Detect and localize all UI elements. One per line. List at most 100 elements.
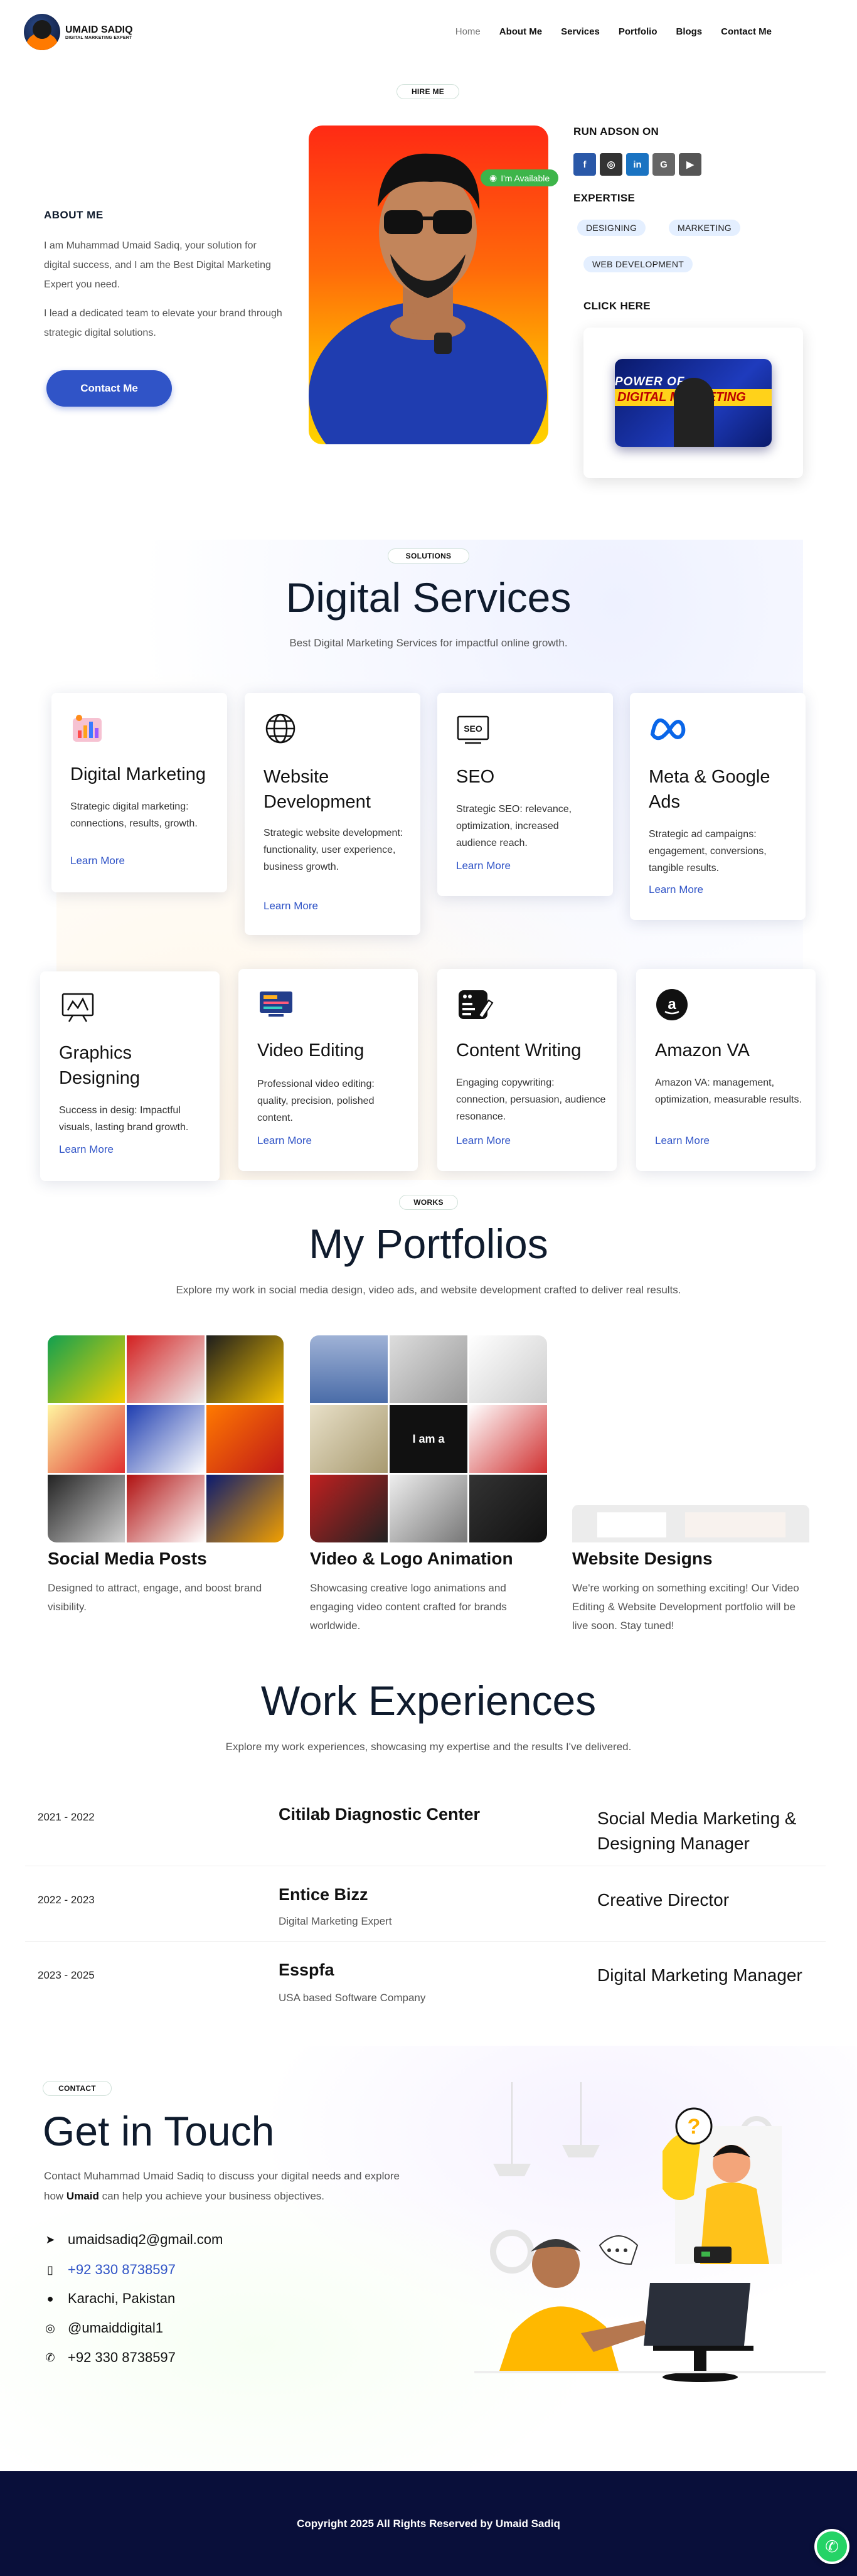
collage-tile [469, 1475, 547, 1542]
facebook-icon[interactable]: f [573, 153, 596, 176]
nav-contact[interactable]: Contact Me [721, 26, 772, 37]
content-icon [456, 988, 494, 1022]
experience-title: Work Experiences [260, 1677, 597, 1724]
service-card[interactable]: Meta & Google Ads Strategic ad campaigns… [630, 693, 806, 920]
experience-company: Entice Bizz [279, 1885, 368, 1904]
run-ads-heading: RUN ADSON ON [573, 126, 659, 137]
service-desc: Strategic website development: functiona… [263, 828, 403, 872]
service-card[interactable]: Graphics Designing Success in desig: Imp… [40, 971, 220, 1181]
contact-me-button[interactable]: Contact Me [46, 370, 172, 407]
social-media-collage[interactable] [48, 1335, 284, 1542]
service-title: Graphics Designing [59, 1043, 140, 1088]
nav-blogs[interactable]: Blogs [676, 26, 702, 37]
whatsapp-icon: ✆ [825, 2536, 839, 2556]
contact-whatsapp-row[interactable]: ✆ +92 330 8738597 [44, 2349, 176, 2366]
nav-about[interactable]: About Me [499, 26, 542, 37]
learn-more-link[interactable]: Learn More [263, 900, 318, 912]
whatsapp-float-button[interactable]: ✆ [814, 2529, 849, 2564]
video-thumbnail[interactable]: POWER OF DIGITAL MARKETING [615, 359, 772, 447]
service-title: Digital Marketing [70, 764, 206, 784]
seo-icon: SEO [456, 712, 490, 746]
check-circle-icon: ◉ [489, 173, 498, 183]
svg-text:a: a [668, 996, 676, 1013]
portfolio-item-title: Video & Logo Animation [310, 1549, 513, 1568]
portfolio-title: My Portfolios [309, 1221, 548, 1267]
service-card[interactable]: Content Writing Engaging copywriting: co… [437, 969, 617, 1171]
contact-instagram[interactable]: @umaiddigital1 [68, 2320, 163, 2336]
expertise-tag: MARKETING [669, 220, 740, 236]
video-icon [257, 988, 292, 1022]
nav-services[interactable]: Services [561, 26, 600, 37]
works-badge: WORKS [399, 1195, 458, 1210]
video-thumbnail-card[interactable]: POWER OF DIGITAL MARKETING [583, 328, 803, 478]
main-nav: Home About Me Services Portfolio Blogs C… [455, 26, 772, 37]
service-title: Meta & Google Ads [649, 767, 770, 812]
contact-badge: CONTACT [43, 2081, 112, 2096]
collage-tile-text: I am a [390, 1405, 467, 1473]
experience-company: Esspfa [279, 1960, 334, 1979]
solutions-badge: SOLUTIONS [388, 548, 469, 564]
service-card[interactable]: a Amazon VA Amazon VA: management, optim… [636, 969, 816, 1171]
collage-tile [48, 1405, 125, 1473]
service-card[interactable]: Website Development Strategic website de… [245, 693, 420, 935]
services-title: Digital Services [285, 574, 572, 621]
experience-role: Creative Director [597, 1890, 730, 1910]
learn-more-link[interactable]: Learn More [59, 1143, 114, 1156]
contact-email-row[interactable]: ➤ umaidsadiq2@gmail.com [44, 2231, 223, 2248]
experience-subtitle-text: Digital Marketing Expert [279, 1915, 392, 1927]
svg-text:?: ? [688, 2115, 701, 2139]
learn-more-link[interactable]: Learn More [456, 1135, 511, 1147]
svg-text:SEO: SEO [464, 724, 482, 734]
contact-instagram-row[interactable]: ◎ @umaiddigital1 [44, 2320, 163, 2336]
site-logo[interactable]: UMAID SADIQ DIGITAL MARKETING EXPERT [24, 14, 133, 50]
linkedin-icon[interactable]: in [626, 153, 649, 176]
expertise-tag: WEB DEVELOPMENT [583, 256, 693, 272]
instagram-icon[interactable]: ◎ [600, 153, 622, 176]
service-title: Website Development [263, 767, 371, 812]
contact-email[interactable]: umaidsadiq2@gmail.com [68, 2231, 223, 2248]
experience-role: Social Media Marketing & Designing Manag… [597, 1809, 797, 1853]
contact-description: Contact Muhammad Umaid Sadiq to discuss … [44, 2166, 408, 2206]
youtube-icon[interactable]: ▶ [679, 153, 701, 176]
service-card[interactable]: Digital Marketing Strategic digital mark… [51, 693, 227, 892]
footer-copyright: Copyright 2025 All Rights Reserved by Um… [297, 2517, 560, 2530]
site-footer: Copyright 2025 All Rights Reserved by Um… [0, 2471, 857, 2576]
collage-tile [48, 1335, 125, 1403]
service-card[interactable]: SEO SEO Strategic SEO: relevance, optimi… [437, 693, 613, 896]
about-paragraph-1: I am Muhammad Umaid Sadiq, your solution… [44, 240, 271, 290]
experience-years: 2022 - 2023 [38, 1894, 95, 1906]
contact-whatsapp[interactable]: +92 330 8738597 [68, 2349, 176, 2366]
learn-more-link[interactable]: Learn More [257, 1135, 312, 1147]
service-desc: Strategic ad campaigns: engagement, conv… [649, 829, 767, 874]
experience-years: 2021 - 2022 [38, 1811, 95, 1823]
video-collage[interactable]: I am a [310, 1335, 547, 1542]
portfolio-item-desc: Designed to attract, engage, and boost b… [48, 1582, 262, 1613]
location-pin-icon: ● [46, 2292, 54, 2305]
contact-phone-row[interactable]: ▯ +92 330 8738597 [44, 2262, 176, 2278]
collage-tile [127, 1405, 205, 1473]
collage-tile [469, 1335, 547, 1403]
logo-avatar [24, 14, 60, 50]
service-title: SEO [456, 767, 495, 787]
contact-phone[interactable]: +92 330 8738597 [68, 2262, 176, 2278]
nav-home[interactable]: Home [455, 26, 481, 37]
collage-tile [310, 1405, 388, 1473]
experience-row: 2021 - 2022 Citilab Diagnostic Center So… [25, 1790, 826, 1866]
learn-more-link[interactable]: Learn More [70, 855, 125, 867]
portfolio-item-desc: We're working on something exciting! Our… [572, 1582, 799, 1632]
service-card[interactable]: Video Editing Professional video editing… [238, 969, 418, 1171]
collage-tile [310, 1335, 388, 1403]
expertise-heading: EXPERTISE [573, 192, 636, 204]
nav-portfolio[interactable]: Portfolio [619, 26, 657, 37]
learn-more-link[interactable]: Learn More [456, 860, 511, 872]
portfolio-item-desc: Showcasing creative logo animations and … [310, 1582, 507, 1632]
website-preview[interactable] [572, 1505, 809, 1542]
google-icon[interactable]: G [652, 153, 675, 176]
learn-more-link[interactable]: Learn More [649, 884, 703, 896]
service-desc: Strategic SEO: relevance, optimization, … [456, 804, 572, 848]
experience-company: Citilab Diagnostic Center [279, 1805, 481, 1824]
experience-row: 2022 - 2023 Entice Bizz Digital Marketin… [25, 1866, 826, 1942]
learn-more-link[interactable]: Learn More [655, 1135, 710, 1147]
collage-tile [310, 1475, 388, 1542]
thumbnail-line-1: POWER OF [615, 375, 685, 388]
